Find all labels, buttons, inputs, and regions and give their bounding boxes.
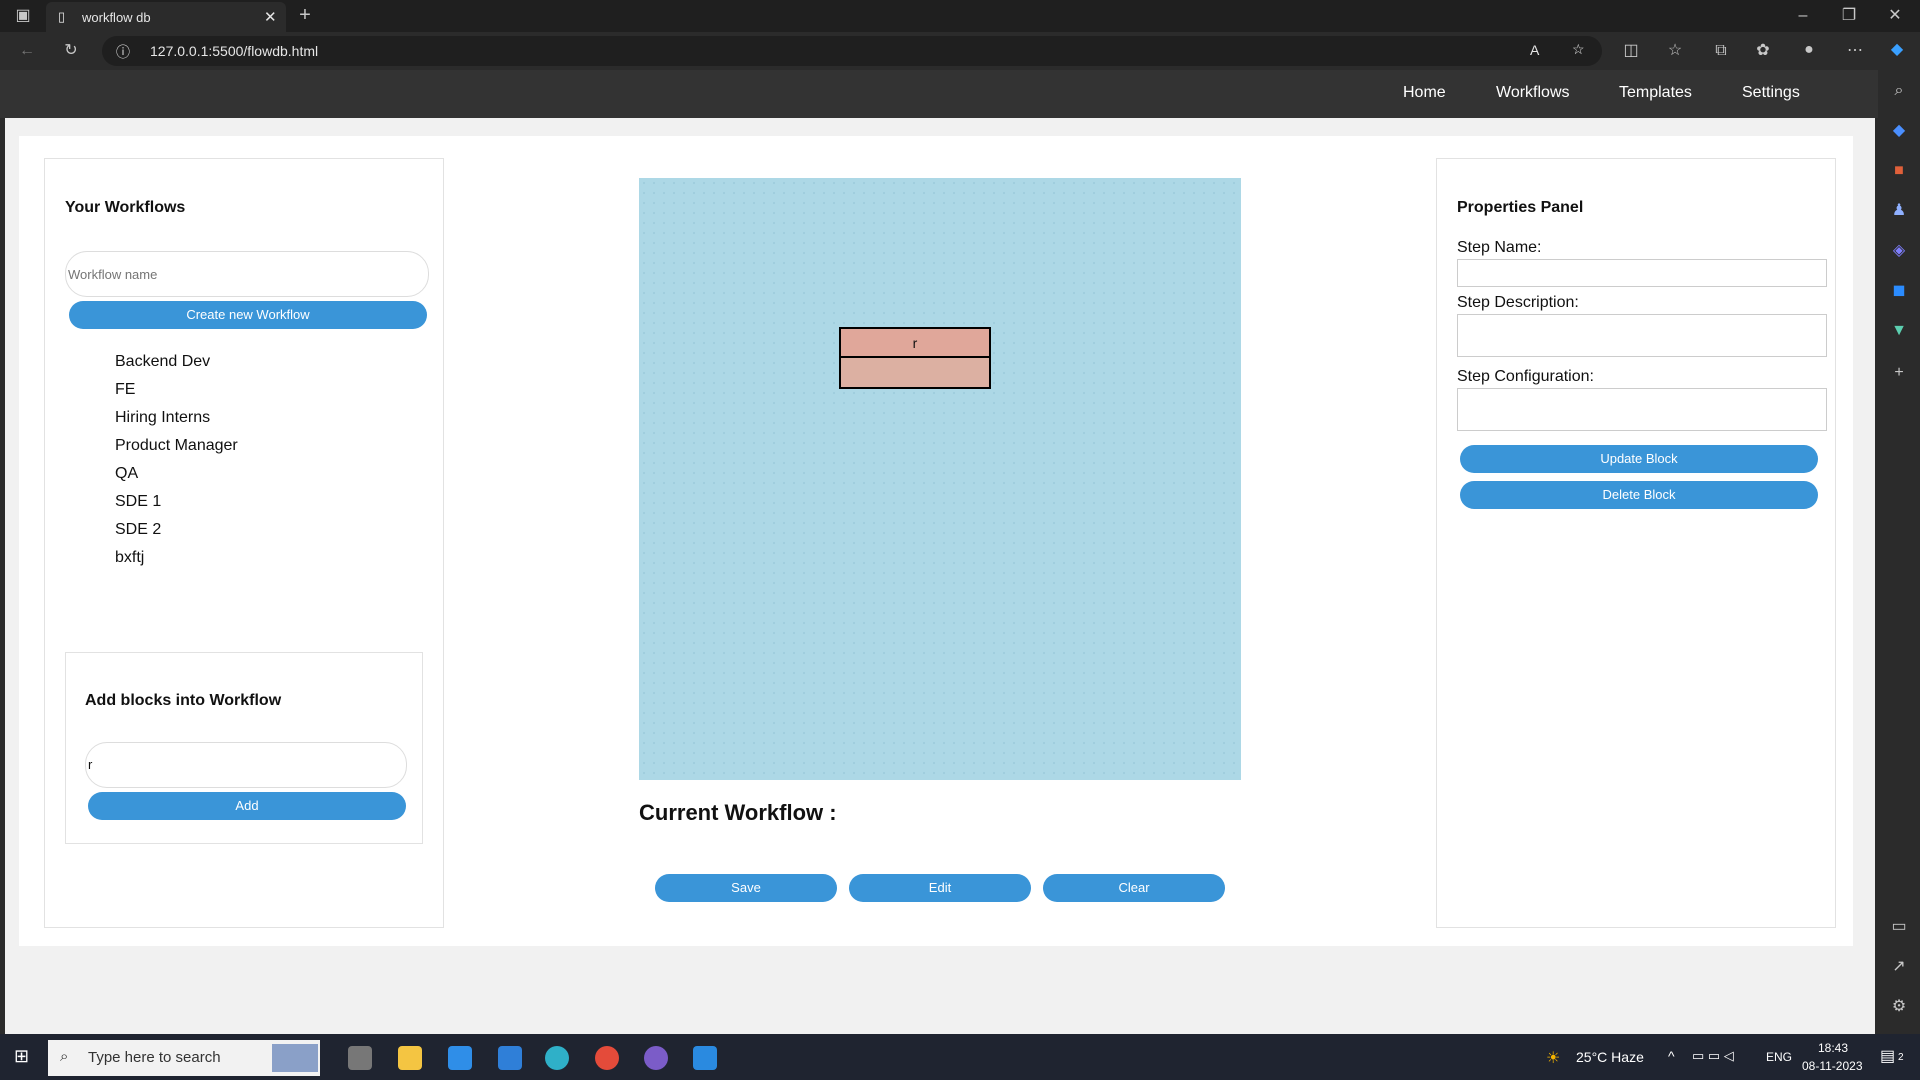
workflow-block[interactable]: r — [839, 327, 991, 389]
workflow-item[interactable]: FE — [115, 381, 135, 399]
edit-button[interactable]: Edit — [849, 874, 1031, 902]
vscode-icon[interactable] — [693, 1046, 717, 1070]
url-input[interactable]: ⓘ 127.0.0.1:5500/flowdb.html A ☆ — [102, 36, 1602, 66]
clear-button[interactable]: Clear — [1043, 874, 1225, 902]
outlook-icon[interactable]: ◼ — [1888, 280, 1910, 302]
workflow-item[interactable]: Product Manager — [115, 437, 238, 455]
tools-icon[interactable]: ■ — [1888, 160, 1910, 182]
back-icon[interactable]: ← — [16, 41, 38, 61]
tray-icons[interactable]: ▭ ▭ ◁ — [1692, 1048, 1734, 1064]
copilot-icon[interactable]: ◆ — [1886, 40, 1908, 60]
add-sidebar-app-icon[interactable]: + — [1888, 362, 1910, 384]
clock-time[interactable]: 18:43 — [1818, 1041, 1848, 1055]
read-aloud-icon[interactable]: A — [1530, 42, 1539, 58]
block-label: r — [841, 329, 989, 358]
properties-panel: Properties Panel Step Name: Step Descrip… — [1436, 158, 1836, 928]
sidebar-settings-icon[interactable]: ⚙ — [1888, 996, 1910, 1018]
nav-templates[interactable]: Templates — [1619, 84, 1692, 102]
chrome-icon[interactable] — [595, 1046, 619, 1070]
search-highlight-image — [272, 1044, 318, 1072]
workflow-item[interactable]: Hiring Interns — [115, 409, 210, 427]
update-block-button[interactable]: Update Block — [1460, 445, 1818, 473]
step-configuration-textarea[interactable] — [1457, 388, 1827, 431]
delete-block-button[interactable]: Delete Block — [1460, 481, 1818, 509]
add-block-button[interactable]: Add — [88, 792, 406, 820]
search-placeholder: Type here to search — [88, 1049, 221, 1066]
workflow-name-input[interactable] — [65, 251, 429, 297]
file-explorer-icon[interactable] — [398, 1046, 422, 1070]
open-external-icon[interactable]: ↗ — [1888, 956, 1910, 978]
workflow-canvas[interactable]: r — [639, 178, 1241, 780]
github-icon[interactable] — [644, 1046, 668, 1070]
notifications-icon[interactable]: ▤ — [1880, 1046, 1895, 1066]
split-screen-icon[interactable]: ◫ — [1620, 41, 1642, 61]
step-name-label: Step Name: — [1457, 239, 1542, 256]
close-window-icon[interactable]: ✕ — [1884, 6, 1906, 26]
url-text: 127.0.0.1:5500/flowdb.html — [150, 43, 319, 59]
clock-date[interactable]: 08-11-2023 — [1802, 1059, 1863, 1073]
windows-taskbar: ⊞ ⌕ Type here to search ☀ 25°C Haze ^ ▭ … — [0, 1034, 1920, 1080]
collections-icon[interactable]: ⧉ — [1710, 41, 1732, 61]
reload-icon[interactable]: ↻ — [60, 41, 82, 61]
favorite-star-icon[interactable]: ☆ — [1572, 41, 1585, 58]
edge-icon[interactable] — [545, 1046, 569, 1070]
search-icon[interactable]: ⌕ — [1888, 80, 1910, 102]
restore-icon[interactable]: ❐ — [1838, 6, 1860, 26]
browser-tab[interactable]: ▯ workflow db ✕ — [46, 2, 286, 32]
info-icon[interactable]: ⓘ — [116, 42, 130, 62]
close-tab-icon[interactable]: ✕ — [264, 8, 277, 26]
page-icon: ▯ — [58, 9, 66, 24]
workflow-item[interactable]: SDE 1 — [115, 493, 161, 511]
save-button[interactable]: Save — [655, 874, 837, 902]
workflow-item[interactable]: QA — [115, 465, 138, 483]
store-icon[interactable] — [448, 1046, 472, 1070]
hide-sidebar-icon[interactable]: ▭ — [1888, 916, 1910, 938]
step-name-input[interactable] — [1457, 259, 1827, 287]
weather-icon: ☀ — [1546, 1050, 1561, 1067]
nav-workflows[interactable]: Workflows — [1496, 84, 1570, 102]
mail-icon[interactable] — [498, 1046, 522, 1070]
workflow-item[interactable]: bxftj — [115, 549, 144, 567]
nav-home[interactable]: Home — [1403, 84, 1446, 102]
notification-count: 2 — [1898, 1052, 1904, 1063]
step-description-textarea[interactable] — [1457, 314, 1827, 357]
extensions-icon[interactable]: ✿ — [1752, 41, 1774, 61]
microsoft-365-icon[interactable]: ◈ — [1888, 240, 1910, 262]
tab-actions-icon[interactable]: ▣ — [12, 6, 34, 26]
step-description-label: Step Description: — [1457, 294, 1579, 311]
top-navbar: Home Workflows Templates Settings — [0, 70, 1878, 118]
block-name-input[interactable]: r — [85, 742, 407, 788]
block-body — [841, 358, 989, 387]
workflows-title: Your Workflows — [65, 199, 186, 216]
workflows-panel: Your Workflows Create new Workflow Backe… — [44, 158, 444, 928]
properties-title: Properties Panel — [1457, 199, 1584, 216]
more-icon[interactable]: ⋯ — [1844, 41, 1866, 61]
tray-chevron-icon[interactable]: ^ — [1668, 1048, 1675, 1064]
favorites-icon[interactable]: ☆ — [1664, 41, 1686, 61]
profile-avatar-icon[interactable]: ● — [1798, 40, 1820, 60]
tab-title: workflow db — [82, 10, 151, 25]
weather-text[interactable]: 25°C Haze — [1576, 1049, 1644, 1065]
browser-tab-strip: ▣ ▯ workflow db ✕ + – ❐ ✕ — [0, 0, 1920, 32]
taskbar-search[interactable]: ⌕ Type here to search — [48, 1040, 320, 1076]
current-workflow-label: Current Workflow : — [639, 800, 837, 825]
add-blocks-title: Add blocks into Workflow — [85, 692, 282, 709]
drop-icon[interactable]: ▼ — [1888, 320, 1910, 342]
add-blocks-panel: Add blocks into Workflow r Add — [65, 652, 423, 844]
step-configuration-label: Step Configuration: — [1457, 368, 1594, 385]
browser-sidebar: ⌕ ◆ ■ ♟ ◈ ◼ ▼ + ▭ ↗ ⚙ — [1878, 70, 1920, 1034]
language-indicator[interactable]: ENG — [1766, 1050, 1792, 1064]
task-view-icon[interactable] — [348, 1046, 372, 1070]
create-workflow-button[interactable]: Create new Workflow — [69, 301, 427, 329]
minimize-icon[interactable]: – — [1792, 6, 1814, 26]
nav-settings[interactable]: Settings — [1742, 84, 1800, 102]
workflow-item[interactable]: Backend Dev — [115, 353, 210, 371]
address-bar-row: ← ↻ ⓘ 127.0.0.1:5500/flowdb.html A ☆ ◫ ☆… — [0, 32, 1920, 70]
workflow-item[interactable]: SDE 2 — [115, 521, 161, 539]
new-tab-icon[interactable]: + — [294, 5, 316, 25]
games-icon[interactable]: ♟ — [1888, 200, 1910, 222]
shopping-icon[interactable]: ◆ — [1888, 120, 1910, 142]
search-icon: ⌕ — [60, 1048, 69, 1065]
start-icon[interactable]: ⊞ — [14, 1046, 29, 1067]
